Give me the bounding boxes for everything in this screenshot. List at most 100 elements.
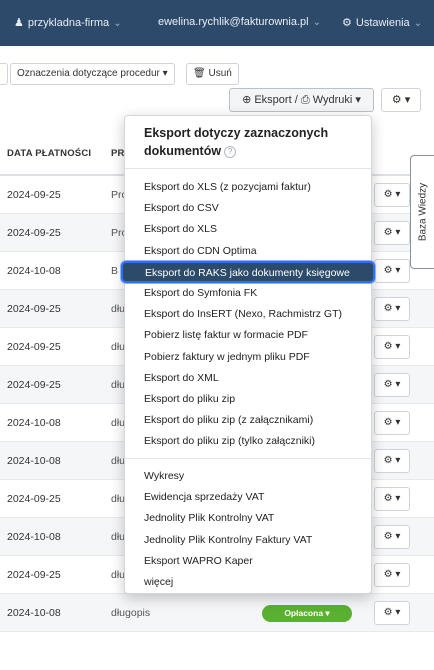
export-menu-item[interactable]: Eksport do XML — [125, 369, 371, 387]
export-menu-item[interactable]: Ewidencja sprzedaży VAT — [125, 488, 371, 506]
caret-down-icon: ▾ — [395, 607, 401, 618]
caret-down-icon: ▾ — [395, 303, 401, 314]
export-prints-button[interactable]: ⊕ Eksport / ⎙ Wydruki ▾ — [229, 88, 374, 112]
payment-date-cell: 2024-09-25 — [7, 569, 61, 581]
payment-date-cell: 2024-09-25 — [7, 303, 61, 315]
export-menu-item[interactable]: Eksport WAPRO Kaper — [125, 552, 371, 570]
caret-down-icon: ▾ — [395, 341, 401, 352]
gear-icon: ⚙ — [383, 531, 393, 542]
payment-date-cell: 2024-10-08 — [7, 265, 61, 277]
caret-down-icon: ▾ — [404, 94, 411, 106]
payment-date-cell: 2024-09-25 — [7, 379, 61, 391]
gear-icon: ⚙ — [383, 607, 393, 618]
settings-label: Ustawienia — [355, 17, 410, 29]
caret-down-icon: ▾ — [395, 569, 401, 580]
payment-date-cell: 2024-09-25 — [7, 341, 61, 353]
product-cell: dłu — [111, 531, 126, 543]
gear-icon: ⚙ — [391, 94, 402, 106]
caret-down-icon: ▾ — [323, 608, 330, 618]
settings-menu[interactable]: ⚙ Ustawienia ⌄ — [342, 16, 422, 29]
dropdown-header: Eksport dotyczy zaznaczonych dokumentów? — [144, 124, 359, 160]
dropdown-header-text: Eksport dotyczy zaznaczonych dokumentów — [144, 126, 329, 158]
gear-icon: ⚙ — [383, 455, 393, 466]
gear-icon: ⚙ — [383, 189, 393, 200]
export-menu-item[interactable]: Pobierz faktury w jednym pliku PDF — [125, 348, 371, 366]
export-menu-item[interactable]: Eksport do pliku zip — [125, 390, 371, 408]
gear-icon: ⚙ — [342, 17, 352, 29]
row-actions-button[interactable]: ⚙ ▾ — [374, 563, 410, 587]
payment-date-cell: 2024-09-25 — [7, 493, 61, 505]
row-actions-button[interactable]: ⚙ ▾ — [374, 297, 410, 321]
caret-down-icon: ▾ — [355, 94, 361, 106]
users-icon: ♟ — [14, 17, 24, 29]
knowledge-base-tab[interactable]: Baza Wiedzy — [410, 155, 434, 269]
print-icon: ⎙ — [300, 94, 310, 106]
export-menu-item[interactable]: Eksport do CSV — [125, 199, 371, 217]
payment-date-cell: 2024-10-08 — [7, 607, 61, 619]
export-menu-item[interactable]: Wykresy — [125, 467, 371, 485]
export-menu-item[interactable]: Eksport do XLS (z pozycjami faktur) — [125, 178, 371, 196]
export-menu-item[interactable]: Pobierz listę faktur w formacie PDF — [125, 326, 371, 344]
help-icon[interactable]: ? — [224, 145, 237, 158]
caret-down-icon: ▾ — [395, 531, 401, 542]
export-menu-item[interactable]: Jednolity Plik Kontrolny Faktury VAT — [125, 531, 371, 549]
caret-down-icon: ▾ — [395, 227, 401, 238]
export-menu-item[interactable]: Jednolity Plik Kontrolny VAT — [125, 509, 371, 527]
payment-date-cell: 2024-10-08 — [7, 531, 61, 543]
procedures-label: Oznaczenia dotyczące procedur — [17, 68, 160, 79]
gear-icon: ⚙ — [383, 341, 393, 352]
header-payment-date[interactable]: DATA PŁATNOŚCI — [7, 148, 91, 159]
product-cell: B — [111, 265, 119, 277]
caret-down-icon: ▾ — [395, 417, 401, 428]
row-actions-button[interactable]: ⚙ ▾ — [374, 221, 410, 245]
product-cell: dłu — [111, 493, 126, 505]
product-cell: dłu — [111, 303, 126, 315]
row-actions-button[interactable]: ⚙ ▾ — [374, 525, 410, 549]
export-dropdown-menu: Eksport dotyczy zaznaczonych dokumentów?… — [121, 115, 375, 594]
gear-icon: ⚙ — [383, 493, 393, 504]
status-badge[interactable]: Opłacona ▾ — [262, 605, 352, 622]
caret-down-icon: ▾ — [395, 455, 401, 466]
gear-icon: ⚙ — [383, 303, 393, 314]
export-menu-item-raks[interactable]: Eksport do RAKS jako dokumenty księgowe — [121, 260, 375, 283]
settings-gear-button[interactable]: ⚙ ▾ — [381, 88, 421, 112]
knowledge-base-label: Baza Wiedzy — [417, 182, 428, 242]
product-cell: dłu — [111, 379, 126, 391]
export-icon: ⊕ — [242, 94, 252, 106]
table-row[interactable]: 2024-10-08 długopis Opłacona ▾ ⚙ ▾ — [0, 594, 434, 632]
procedures-dropdown[interactable]: Oznaczenia dotyczące procedur ▾ — [10, 63, 175, 85]
header-product[interactable]: PR — [111, 148, 125, 159]
row-actions-button[interactable]: ⚙ ▾ — [374, 373, 410, 397]
payment-date-cell: 2024-10-08 — [7, 455, 61, 467]
gear-icon: ⚙ — [383, 417, 393, 428]
product-cell: dłu — [111, 417, 126, 429]
export-menu-item[interactable]: Eksport do Symfonia FK — [125, 284, 371, 302]
export-label: Eksport / — [254, 94, 301, 106]
export-menu-item[interactable]: Eksport do pliku zip (tylko załączniki) — [125, 432, 371, 450]
row-actions-button[interactable]: ⚙ ▾ — [374, 487, 410, 511]
row-actions-button[interactable]: ⚙ ▾ — [374, 335, 410, 359]
prints-label: Wydruki — [312, 94, 353, 106]
export-menu-item[interactable]: Eksport do InsERT (Nexo, Rachmistrz GT) — [125, 305, 371, 323]
export-menu-item[interactable]: więcej — [125, 573, 371, 591]
product-cell: dłu — [111, 341, 126, 353]
user-menu[interactable]: ewelina.rychlik@fakturownia.pl ⌄ — [158, 16, 321, 28]
row-actions-button[interactable]: ⚙ ▾ — [374, 183, 410, 207]
export-menu-item[interactable]: Eksport do pliku zip (z załącznikami) — [125, 411, 371, 429]
delete-button[interactable]: 🗑 Usuń — [186, 63, 239, 85]
company-switcher[interactable]: ♟ przykladna-firma ⌄ — [14, 16, 122, 29]
gear-icon: ⚙ — [383, 227, 393, 238]
export-menu-item[interactable]: Eksport do XLS — [125, 220, 371, 238]
row-actions-button[interactable]: ⚙ ▾ — [374, 411, 410, 435]
user-email: ewelina.rychlik@fakturownia.pl — [158, 16, 309, 28]
gear-icon: ⚙ — [383, 265, 393, 276]
row-actions-button[interactable]: ⚙ ▾ — [374, 601, 410, 625]
row-actions-button[interactable]: ⚙ ▾ — [374, 449, 410, 473]
divider — [125, 168, 371, 169]
toolbar-left-button[interactable] — [0, 63, 8, 85]
row-actions-button[interactable]: ⚙ ▾ — [374, 259, 410, 283]
chevron-down-icon: ⌄ — [413, 18, 423, 29]
export-menu-item[interactable]: Eksport do CDN Optima — [125, 242, 371, 260]
payment-date-cell: 2024-09-25 — [7, 189, 61, 201]
divider — [125, 458, 371, 459]
